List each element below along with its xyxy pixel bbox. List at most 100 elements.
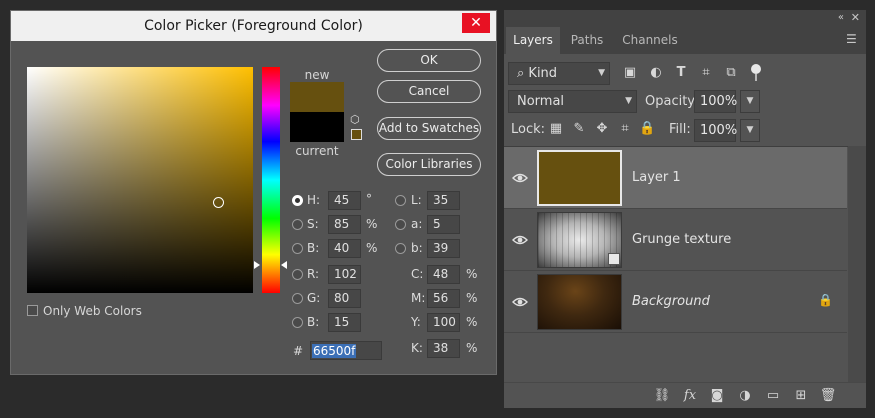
layer-row-grunge-texture[interactable]: Grunge texture [504,209,847,271]
green-input[interactable]: 80 [328,289,361,308]
yellow-label: Y: [411,315,421,329]
web-safe-cube-icon[interactable]: ⬡ [350,114,362,126]
delete-icon[interactable]: 🗑 [818,387,838,405]
hue-input[interactable]: 45 [328,191,361,210]
chevron-down-icon[interactable]: ▼ [740,90,760,113]
green-label: G: [307,291,321,305]
close-icon[interactable]: ✕ [462,13,490,33]
lab-b-input[interactable]: 39 [427,239,460,258]
layer-thumbnail[interactable] [537,150,622,206]
panel-menu-icon[interactable]: ☰ [846,32,858,46]
layers-scrollbar[interactable] [848,146,866,382]
percent-unit: % [466,315,478,329]
only-web-colors-checkbox[interactable] [27,305,38,316]
add-mask-icon[interactable]: ◙ [707,387,727,405]
adjustment-filter-icon[interactable]: ◐ [647,63,665,83]
blue-radio[interactable] [292,317,303,328]
tab-layers[interactable]: Layers [506,27,560,54]
panel-topbar: « ✕ [504,10,866,27]
fill-input[interactable]: 100% [694,119,737,142]
tab-paths[interactable]: Paths [562,27,612,54]
layers-panel: « ✕ Layers Paths Channels ☰ ⌕ Kind ▼ ▣ ◐… [504,10,866,408]
eye-icon[interactable] [512,295,528,309]
filter-toggle-icon[interactable] [751,64,761,74]
yellow-input[interactable]: 100 [427,313,460,332]
color-field[interactable] [27,67,253,293]
saturation-radio[interactable] [292,219,303,230]
hue-slider-right-arrow-icon[interactable] [281,260,287,269]
hex-input[interactable]: 66500f [310,341,382,360]
brightness-input[interactable]: 40 [328,239,361,258]
web-safe-color-swatch[interactable] [351,129,362,140]
percent-unit: % [466,341,478,355]
blue-input[interactable]: 15 [328,313,361,332]
ok-button[interactable]: OK [377,49,481,72]
lock-artboard-icon[interactable]: ⌗ [617,119,633,139]
filter-toggle-stem [755,74,757,81]
layer-row-background[interactable]: Background 🔒 [504,271,847,333]
red-radio[interactable] [292,269,303,280]
lock-icon[interactable]: 🔒 [818,293,833,309]
new-group-icon[interactable]: ▭ [763,387,783,405]
link-layers-icon[interactable]: ⛓ [652,387,672,405]
type-filter-icon[interactable]: T [672,63,690,83]
cancel-button[interactable]: Cancel [377,80,481,103]
fx-icon[interactable]: fx [680,387,700,405]
black-input[interactable]: 38 [427,339,460,358]
collapse-icon[interactable]: « [838,12,844,23]
smart-object-filter-icon[interactable]: ⧉ [722,63,740,83]
lock-image-icon[interactable]: ✎ [571,119,587,139]
magenta-input[interactable]: 56 [427,289,460,308]
layer-row-layer-1[interactable]: Layer 1 [504,147,847,209]
adjustment-layer-icon[interactable]: ◑ [735,387,755,405]
lab-a-radio[interactable] [395,219,406,230]
chevron-down-icon[interactable]: ▼ [740,119,760,142]
lock-all-icon[interactable]: 🔒 [639,119,655,139]
lab-l-input[interactable]: 35 [427,191,460,210]
add-to-swatches-button[interactable]: Add to Swatches [377,117,481,140]
lock-transparent-icon[interactable]: ▦ [548,119,564,139]
tab-channels[interactable]: Channels [614,27,686,54]
blend-mode-select[interactable]: Normal ▼ [508,90,637,113]
cyan-label: C: [411,267,424,281]
layer-thumbnail[interactable] [537,212,622,268]
lab-l-radio[interactable] [395,195,406,206]
percent-unit: % [366,241,378,255]
layer-name[interactable]: Grunge texture [632,232,731,247]
hex-value: 66500f [312,344,357,358]
lab-b-radio[interactable] [395,243,406,254]
green-radio[interactable] [292,293,303,304]
eye-icon[interactable] [512,171,528,185]
color-field-marker[interactable] [213,196,225,208]
lock-position-icon[interactable]: ✥ [594,119,610,139]
only-web-colors-label[interactable]: Only Web Colors [43,304,142,318]
new-layer-icon[interactable]: ⊞ [791,387,811,405]
current-color-swatch[interactable] [290,112,344,142]
shape-filter-icon[interactable]: ⌗ [697,63,715,83]
cyan-input[interactable]: 48 [427,265,460,284]
layer-name[interactable]: Background [632,294,710,309]
lab-l-label: L: [411,193,422,207]
saturation-input[interactable]: 85 [328,215,361,234]
brightness-radio[interactable] [292,243,303,254]
dialog-titlebar[interactable]: Color Picker (Foreground Color) ✕ [11,11,496,41]
layers-bottom-bar: ⛓ fx ◙ ◑ ▭ ⊞ 🗑 [504,382,866,408]
layer-thumbnail[interactable] [537,274,622,330]
magenta-label: M: [411,291,426,305]
red-input[interactable]: 102 [328,265,361,284]
close-icon[interactable]: ✕ [851,11,860,24]
lab-a-input[interactable]: 5 [427,215,460,234]
percent-unit: % [366,217,378,231]
panel-tabbar: Layers Paths Channels [504,27,866,54]
kind-filter-select[interactable]: ⌕ Kind ▼ [508,62,610,85]
kind-filter-label: Kind [528,66,558,81]
hue-slider-left-arrow-icon[interactable] [254,260,260,269]
hex-prefix: # [293,344,304,358]
pixel-filter-icon[interactable]: ▣ [621,63,639,83]
eye-icon[interactable] [512,233,528,247]
opacity-input[interactable]: 100% [694,90,737,113]
hue-radio[interactable] [292,195,303,206]
hue-slider[interactable] [262,67,280,293]
layer-name[interactable]: Layer 1 [632,170,681,185]
color-libraries-button[interactable]: Color Libraries [377,153,481,176]
